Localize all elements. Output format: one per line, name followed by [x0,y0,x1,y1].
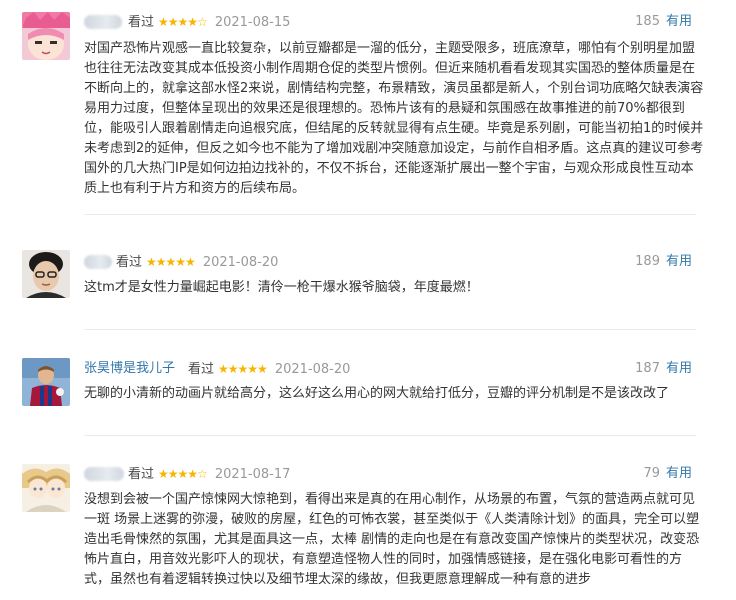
review-content: 对国产恐怖片观感一直比较复杂，以前豆瓣都是一溜的低分，主题受限多，班底潦草，哪怕… [84,41,704,196]
review-date: 2021-08-17 [214,467,291,482]
vote-count: 185 [635,14,660,29]
vote-area: 187 有用 [635,360,692,378]
review-date: 2021-08-15 [214,15,291,30]
watched-label: 看过 [188,362,215,377]
divider [84,329,696,330]
useful-button[interactable]: 有用 [666,466,692,481]
review-content: 没想到会被一个国产惊悚网大惊艳到，看得出来是真的在用心制作，从场景的布置，气氛的… [84,492,700,587]
rating-stars: ★★★★☆ [158,15,208,29]
review-date: 2021-08-20 [274,362,351,377]
vote-count: 187 [635,361,660,376]
watched-label: 看过 [128,467,155,482]
avatar[interactable] [22,464,70,512]
useful-button[interactable]: 有用 [666,254,692,269]
review-date: 2021-08-20 [202,255,279,270]
avatar[interactable] [22,12,70,60]
watched-label: 看过 [128,15,155,30]
username-link[interactable]: 张昊博是我儿子 [84,360,175,378]
rating-stars: ★★★★★ [218,362,268,376]
avatar[interactable] [22,358,70,406]
username-blurred[interactable] [84,15,122,29]
review-meta: 看过 ★★★★☆ 2021-08-17 [128,465,290,484]
review-meta: 看过 ★★★★★ 2021-08-20 [188,360,350,379]
vote-count: 79 [643,466,660,481]
useful-button[interactable]: 有用 [666,361,692,376]
vote-area: 79 有用 [643,465,692,483]
rating-stars: ★★★★★ [146,255,196,269]
review-meta: 看过 ★★★★★ 2021-08-20 [116,253,278,272]
vote-area: 185 有用 [635,13,692,31]
review-meta: 看过 ★★★★☆ 2021-08-15 [128,13,290,32]
useful-button[interactable]: 有用 [666,14,692,29]
username-blurred[interactable] [84,467,124,481]
divider [84,214,696,215]
vote-count: 189 [635,254,660,269]
rating-stars: ★★★★☆ [158,467,208,481]
vote-area: 189 有用 [635,253,692,271]
review-content: 无聊的小清新的动画片就给高分，这么好这么用心的网大就给打低分，豆瓣的评分机制是不… [84,386,670,401]
watched-label: 看过 [116,255,143,270]
divider [84,435,696,436]
avatar[interactable] [22,250,70,298]
username-blurred[interactable] [84,255,112,269]
review-content: 这tm才是女性力量崛起电影！清伶一枪干爆水猴爷脑袋，年度最燃！ [84,280,479,295]
